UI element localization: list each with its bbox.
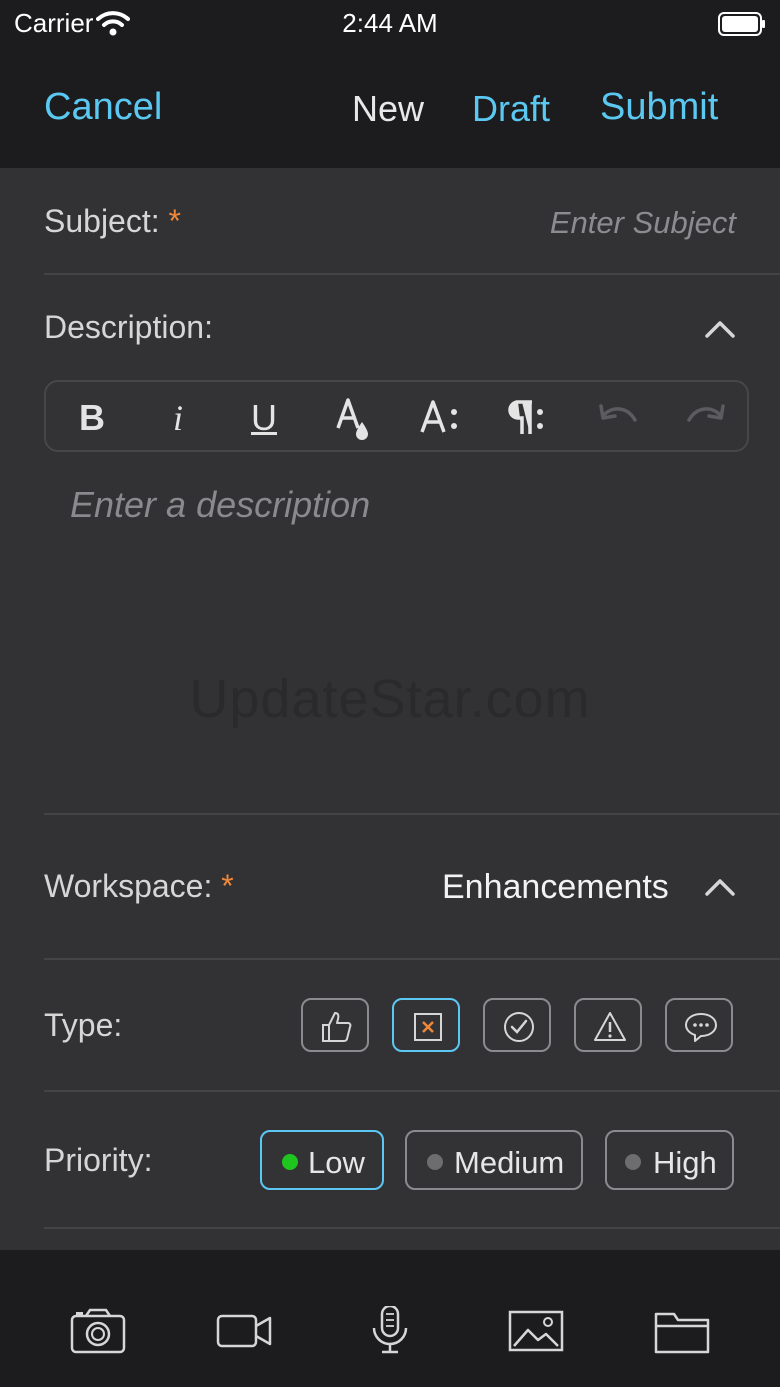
type-option-comment[interactable] bbox=[665, 998, 733, 1052]
undo-icon[interactable] bbox=[594, 394, 642, 442]
unselected-dot bbox=[625, 1154, 641, 1170]
cancel-button[interactable]: Cancel bbox=[44, 86, 162, 129]
priority-medium-button[interactable]: Medium bbox=[405, 1130, 583, 1190]
type-option-check-circle[interactable] bbox=[483, 998, 551, 1052]
priority-medium-label: Medium bbox=[454, 1145, 565, 1180]
check-circle-icon bbox=[504, 1012, 534, 1042]
priority-low-label: Low bbox=[308, 1145, 365, 1180]
folder-icon[interactable] bbox=[652, 1306, 712, 1356]
priority-high-label: High bbox=[653, 1145, 717, 1180]
italic-icon[interactable]: i bbox=[154, 394, 202, 442]
type-option-close-box[interactable] bbox=[392, 998, 460, 1052]
type-label: Type: bbox=[44, 1007, 123, 1043]
divider bbox=[44, 958, 780, 960]
divider bbox=[44, 273, 780, 275]
required-marker: * bbox=[221, 868, 234, 904]
comment-icon bbox=[685, 1013, 717, 1042]
video-icon[interactable] bbox=[214, 1306, 274, 1356]
attachment-bar bbox=[0, 1250, 780, 1387]
nav-title-new: New bbox=[352, 88, 425, 129]
type-option-thumbs-up[interactable] bbox=[301, 998, 369, 1052]
battery-icon bbox=[718, 12, 766, 36]
description-row: Description: bbox=[44, 309, 780, 349]
type-option-warning[interactable] bbox=[574, 998, 642, 1052]
formatting-toolbar: B i U bbox=[44, 380, 749, 452]
description-input[interactable]: Enter a description bbox=[70, 484, 370, 526]
status-time: 2:44 AM bbox=[342, 8, 438, 38]
divider bbox=[44, 813, 780, 815]
workspace-row: Workspace: * bbox=[44, 868, 780, 908]
redo-icon[interactable] bbox=[682, 394, 730, 442]
close-box-icon bbox=[414, 1013, 442, 1041]
bold-icon[interactable]: B bbox=[68, 394, 116, 442]
top-bar: Carrier 2:44 AM Cancel New Draft Submit bbox=[0, 0, 780, 168]
priority-label: Priority: bbox=[44, 1142, 153, 1178]
warning-icon bbox=[594, 1012, 626, 1041]
required-marker: * bbox=[168, 203, 181, 239]
workspace-value[interactable]: Enhancements bbox=[442, 868, 669, 907]
divider bbox=[44, 1090, 780, 1092]
subject-label: Subject: * bbox=[44, 203, 181, 239]
watermark: UpdateStar.com bbox=[189, 669, 591, 729]
selected-dot bbox=[282, 1154, 298, 1170]
paragraph-icon[interactable] bbox=[502, 394, 550, 442]
underline-icon[interactable]: U bbox=[240, 394, 288, 442]
unselected-dot bbox=[427, 1154, 443, 1170]
draft-button[interactable]: Draft bbox=[472, 88, 550, 130]
priority-high-button[interactable]: High bbox=[605, 1130, 734, 1190]
subject-input[interactable]: Enter Subject bbox=[550, 205, 736, 241]
image-icon[interactable] bbox=[506, 1306, 566, 1356]
priority-low-button[interactable]: Low bbox=[260, 1130, 384, 1190]
camera-icon[interactable] bbox=[68, 1306, 128, 1356]
nav-bar: Cancel New Draft Submit bbox=[0, 70, 780, 150]
font-size-icon[interactable] bbox=[416, 394, 464, 442]
submit-button[interactable]: Submit bbox=[600, 86, 718, 129]
thumbs-up-icon bbox=[322, 1012, 352, 1042]
status-bar: Carrier 2:44 AM bbox=[0, 0, 780, 46]
microphone-icon[interactable] bbox=[360, 1304, 420, 1356]
chevron-up-icon[interactable] bbox=[704, 318, 736, 340]
text-color-icon[interactable] bbox=[328, 394, 376, 442]
chevron-up-icon[interactable] bbox=[704, 876, 736, 898]
description-label: Description: bbox=[44, 309, 213, 345]
divider bbox=[44, 1227, 780, 1229]
workspace-label: Workspace: * bbox=[44, 868, 234, 904]
